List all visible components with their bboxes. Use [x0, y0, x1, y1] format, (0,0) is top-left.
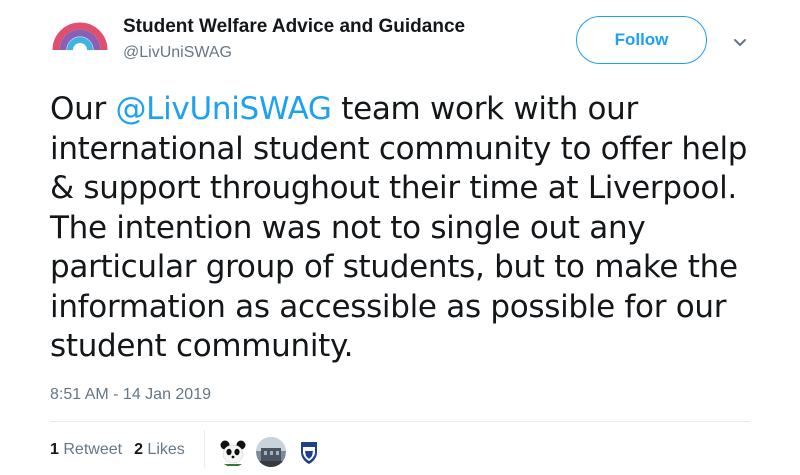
- retweets-label: Retweet: [63, 441, 123, 458]
- follow-button[interactable]: Follow: [576, 16, 707, 64]
- mention-link[interactable]: @LivUniSWAG: [115, 91, 332, 127]
- avatar[interactable]: [50, 14, 110, 74]
- retweets-count: 1: [50, 441, 59, 458]
- tweet-timestamp[interactable]: 8:51 AM - 14 Jan 2019: [50, 386, 211, 404]
- likes-label: Likes: [147, 441, 185, 458]
- tweet-text-intro: Our: [50, 91, 116, 127]
- rainbow-arc-logo-icon: [50, 14, 110, 74]
- likes-stat[interactable]: 2 Likes: [134, 441, 185, 459]
- display-name[interactable]: Student Welfare Advice and Guidance: [123, 16, 465, 38]
- chevron-down-icon[interactable]: [730, 32, 750, 52]
- tweet-text: Our @LivUniSWAG team work with our inter…: [50, 90, 770, 367]
- stats-separator: [204, 430, 205, 468]
- account-handle[interactable]: @LivUniSWAG: [123, 44, 232, 62]
- retweets-stat[interactable]: 1 Retweet: [50, 441, 122, 459]
- likes-count: 2: [134, 441, 143, 458]
- divider: [50, 421, 750, 422]
- panda-avatar-icon[interactable]: [218, 437, 248, 467]
- building-avatar-icon[interactable]: [256, 437, 286, 467]
- shield-crest-avatar-icon[interactable]: [294, 437, 324, 467]
- tweet-stats: 1 Retweet 2 Likes: [50, 441, 185, 459]
- tweet-text-body: team work with our international student…: [50, 91, 748, 364]
